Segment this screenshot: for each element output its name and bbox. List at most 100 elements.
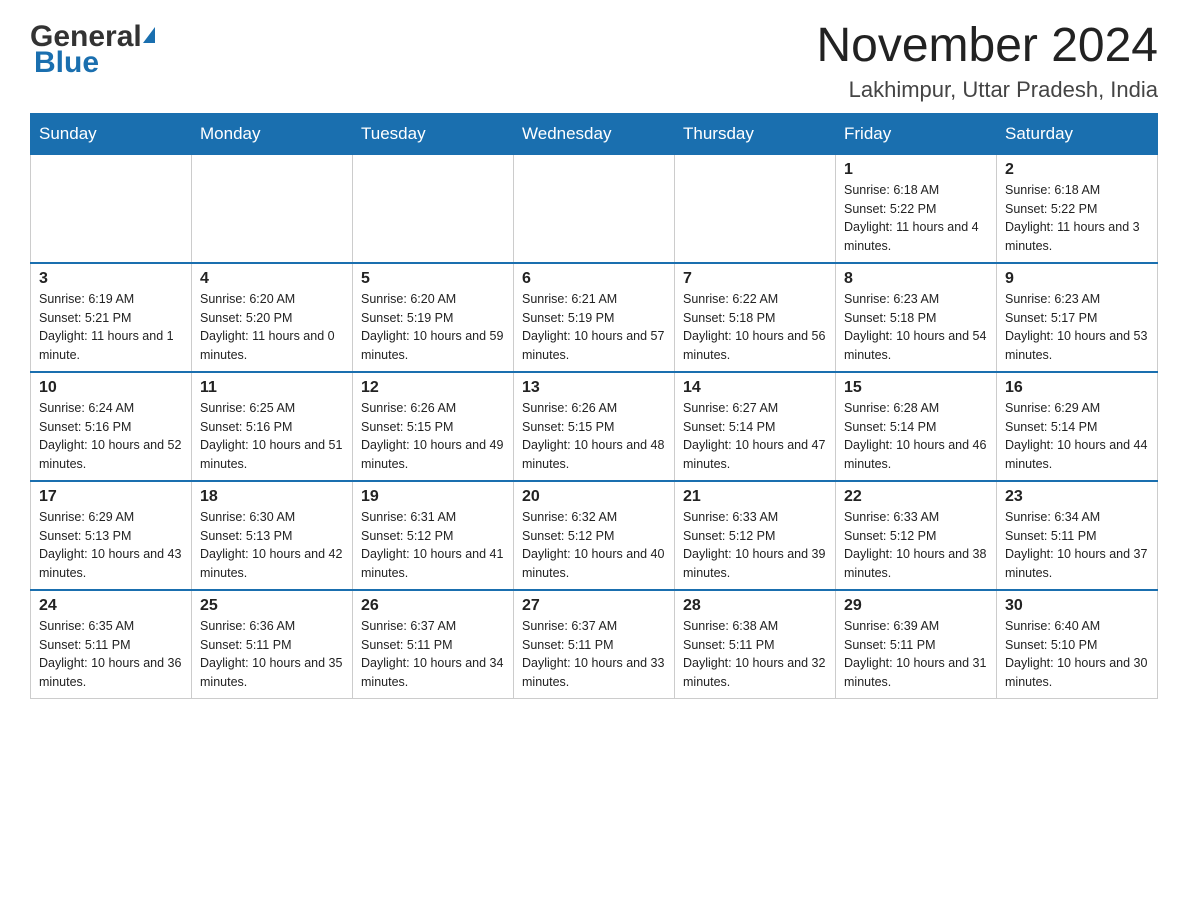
calendar-cell: 19Sunrise: 6:31 AMSunset: 5:12 PMDayligh… <box>353 481 514 590</box>
weekday-header-wednesday: Wednesday <box>514 113 675 154</box>
day-info: Sunrise: 6:23 AMSunset: 5:18 PMDaylight:… <box>844 290 988 365</box>
day-info: Sunrise: 6:26 AMSunset: 5:15 PMDaylight:… <box>522 399 666 474</box>
day-number: 12 <box>361 379 505 397</box>
calendar-cell: 28 Sunrise: 6:38 AMSunset: 5:11 PMDayligh… <box>675 590 836 699</box>
day-number: 7 <box>683 270 827 288</box>
day-info: Sunrise: 6:27 AMSunset: 5:14 PMDaylight:… <box>683 399 827 474</box>
calendar-cell <box>514 154 675 263</box>
calendar-cell: 26 Sunrise: 6:37 AMSunset: 5:11 PMDayligh… <box>353 590 514 699</box>
calendar-cell: 24 Sunrise: 6:35 AMSunset: 5:11 PMDayligh… <box>31 590 192 699</box>
day-number: 10 <box>39 379 183 397</box>
month-year-title: November 2024 <box>816 20 1158 73</box>
day-number: 16 <box>1005 379 1149 397</box>
day-number: 2 <box>1005 161 1149 179</box>
weekday-header-sunday: Sunday <box>31 113 192 154</box>
day-info: Sunrise: 6:29 AMSunset: 5:13 PMDaylight:… <box>39 508 183 583</box>
calendar-cell: 9 Sunrise: 6:23 AMSunset: 5:17 PMDaylight… <box>997 263 1158 372</box>
calendar-cell: 13 Sunrise: 6:26 AMSunset: 5:15 PMDayligh… <box>514 372 675 481</box>
weekday-header-tuesday: Tuesday <box>353 113 514 154</box>
calendar-cell: 23 Sunrise: 6:34 AMSunset: 5:11 PMDayligh… <box>997 481 1158 590</box>
calendar-cell: 8 Sunrise: 6:23 AMSunset: 5:18 PMDaylight… <box>836 263 997 372</box>
weekday-header-monday: Monday <box>192 113 353 154</box>
day-info: Sunrise: 6:31 AMSunset: 5:12 PMDaylight:… <box>361 508 505 583</box>
day-info: Sunrise: 6:23 AMSunset: 5:17 PMDaylight:… <box>1005 290 1149 365</box>
day-info: Sunrise: 6:35 AMSunset: 5:11 PMDaylight:… <box>39 617 183 692</box>
calendar-cell: 10 Sunrise: 6:24 AMSunset: 5:16 PMDayligh… <box>31 372 192 481</box>
day-number: 8 <box>844 270 988 288</box>
day-number: 28 <box>683 597 827 615</box>
day-info: Sunrise: 6:38 AMSunset: 5:11 PMDaylight:… <box>683 617 827 692</box>
day-info: Sunrise: 6:30 AMSunset: 5:13 PMDaylight:… <box>200 508 344 583</box>
day-number: 23 <box>1005 488 1149 506</box>
day-number: 17 <box>39 488 183 506</box>
calendar-cell <box>31 154 192 263</box>
day-info: Sunrise: 6:32 AMSunset: 5:12 PMDaylight:… <box>522 508 666 583</box>
day-info: Sunrise: 6:19 AMSunset: 5:21 PMDaylight:… <box>39 290 183 365</box>
calendar-cell: 7 Sunrise: 6:22 AMSunset: 5:18 PMDaylight… <box>675 263 836 372</box>
day-number: 21 <box>683 488 827 506</box>
weekday-header-thursday: Thursday <box>675 113 836 154</box>
day-info: Sunrise: 6:40 AMSunset: 5:10 PMDaylight:… <box>1005 617 1149 692</box>
calendar-week-5: 24 Sunrise: 6:35 AMSunset: 5:11 PMDayligh… <box>31 590 1158 699</box>
calendar-cell: 27 Sunrise: 6:37 AMSunset: 5:11 PMDayligh… <box>514 590 675 699</box>
calendar-cell: 29Sunrise: 6:39 AMSunset: 5:11 PMDayligh… <box>836 590 997 699</box>
day-number: 9 <box>1005 270 1149 288</box>
day-number: 24 <box>39 597 183 615</box>
day-number: 20 <box>522 488 666 506</box>
day-info: Sunrise: 6:18 AMSunset: 5:22 PMDaylight:… <box>1005 181 1149 256</box>
day-info: Sunrise: 6:25 AMSunset: 5:16 PMDaylight:… <box>200 399 344 474</box>
day-info: Sunrise: 6:22 AMSunset: 5:18 PMDaylight:… <box>683 290 827 365</box>
day-info: Sunrise: 6:33 AMSunset: 5:12 PMDaylight:… <box>844 508 988 583</box>
day-number: 25 <box>200 597 344 615</box>
calendar-cell: 25 Sunrise: 6:36 AMSunset: 5:11 PMDayligh… <box>192 590 353 699</box>
day-info: Sunrise: 6:36 AMSunset: 5:11 PMDaylight:… <box>200 617 344 692</box>
weekday-header-saturday: Saturday <box>997 113 1158 154</box>
calendar-cell <box>353 154 514 263</box>
day-number: 5 <box>361 270 505 288</box>
calendar-cell: 3 Sunrise: 6:19 AMSunset: 5:21 PMDaylight… <box>31 263 192 372</box>
day-number: 26 <box>361 597 505 615</box>
calendar-cell: 2 Sunrise: 6:18 AMSunset: 5:22 PMDaylight… <box>997 154 1158 263</box>
calendar-cell <box>192 154 353 263</box>
day-number: 4 <box>200 270 344 288</box>
logo-blue-label: Blue <box>34 46 155 80</box>
calendar-cell: 22 Sunrise: 6:33 AMSunset: 5:12 PMDayligh… <box>836 481 997 590</box>
calendar-week-2: 3 Sunrise: 6:19 AMSunset: 5:21 PMDaylight… <box>31 263 1158 372</box>
calendar-cell <box>675 154 836 263</box>
day-info: Sunrise: 6:20 AMSunset: 5:19 PMDaylight:… <box>361 290 505 365</box>
day-number: 11 <box>200 379 344 397</box>
day-info: Sunrise: 6:24 AMSunset: 5:16 PMDaylight:… <box>39 399 183 474</box>
day-number: 3 <box>39 270 183 288</box>
day-number: 13 <box>522 379 666 397</box>
day-number: 1 <box>844 161 988 179</box>
day-number: 22 <box>844 488 988 506</box>
logo-triangle-icon <box>143 27 155 43</box>
calendar-cell: 4 Sunrise: 6:20 AMSunset: 5:20 PMDaylight… <box>192 263 353 372</box>
day-info: Sunrise: 6:26 AMSunset: 5:15 PMDaylight:… <box>361 399 505 474</box>
title-block: November 2024 Lakhimpur, Uttar Pradesh, … <box>816 20 1158 103</box>
day-number: 15 <box>844 379 988 397</box>
day-info: Sunrise: 6:33 AMSunset: 5:12 PMDaylight:… <box>683 508 827 583</box>
calendar-week-1: 1 Sunrise: 6:18 AMSunset: 5:22 PMDaylight… <box>31 154 1158 263</box>
calendar-cell: 30 Sunrise: 6:40 AMSunset: 5:10 PMDayligh… <box>997 590 1158 699</box>
calendar-cell: 5 Sunrise: 6:20 AMSunset: 5:19 PMDaylight… <box>353 263 514 372</box>
calendar-cell: 11 Sunrise: 6:25 AMSunset: 5:16 PMDayligh… <box>192 372 353 481</box>
day-number: 14 <box>683 379 827 397</box>
weekday-header-row: SundayMondayTuesdayWednesdayThursdayFrid… <box>31 113 1158 154</box>
calendar-cell: 14 Sunrise: 6:27 AMSunset: 5:14 PMDayligh… <box>675 372 836 481</box>
day-info: Sunrise: 6:37 AMSunset: 5:11 PMDaylight:… <box>522 617 666 692</box>
day-number: 30 <box>1005 597 1149 615</box>
calendar-cell: 12 Sunrise: 6:26 AMSunset: 5:15 PMDayligh… <box>353 372 514 481</box>
day-number: 29 <box>844 597 988 615</box>
day-info: Sunrise: 6:18 AMSunset: 5:22 PMDaylight:… <box>844 181 988 256</box>
day-info: Sunrise: 6:20 AMSunset: 5:20 PMDaylight:… <box>200 290 344 365</box>
calendar-cell: 18Sunrise: 6:30 AMSunset: 5:13 PMDayligh… <box>192 481 353 590</box>
day-info: Sunrise: 6:37 AMSunset: 5:11 PMDaylight:… <box>361 617 505 692</box>
weekday-header-friday: Friday <box>836 113 997 154</box>
day-info: Sunrise: 6:21 AMSunset: 5:19 PMDaylight:… <box>522 290 666 365</box>
day-number: 27 <box>522 597 666 615</box>
day-info: Sunrise: 6:29 AMSunset: 5:14 PMDaylight:… <box>1005 399 1149 474</box>
calendar-cell: 20 Sunrise: 6:32 AMSunset: 5:12 PMDayligh… <box>514 481 675 590</box>
calendar-cell: 6Sunrise: 6:21 AMSunset: 5:19 PMDaylight… <box>514 263 675 372</box>
day-info: Sunrise: 6:34 AMSunset: 5:11 PMDaylight:… <box>1005 508 1149 583</box>
